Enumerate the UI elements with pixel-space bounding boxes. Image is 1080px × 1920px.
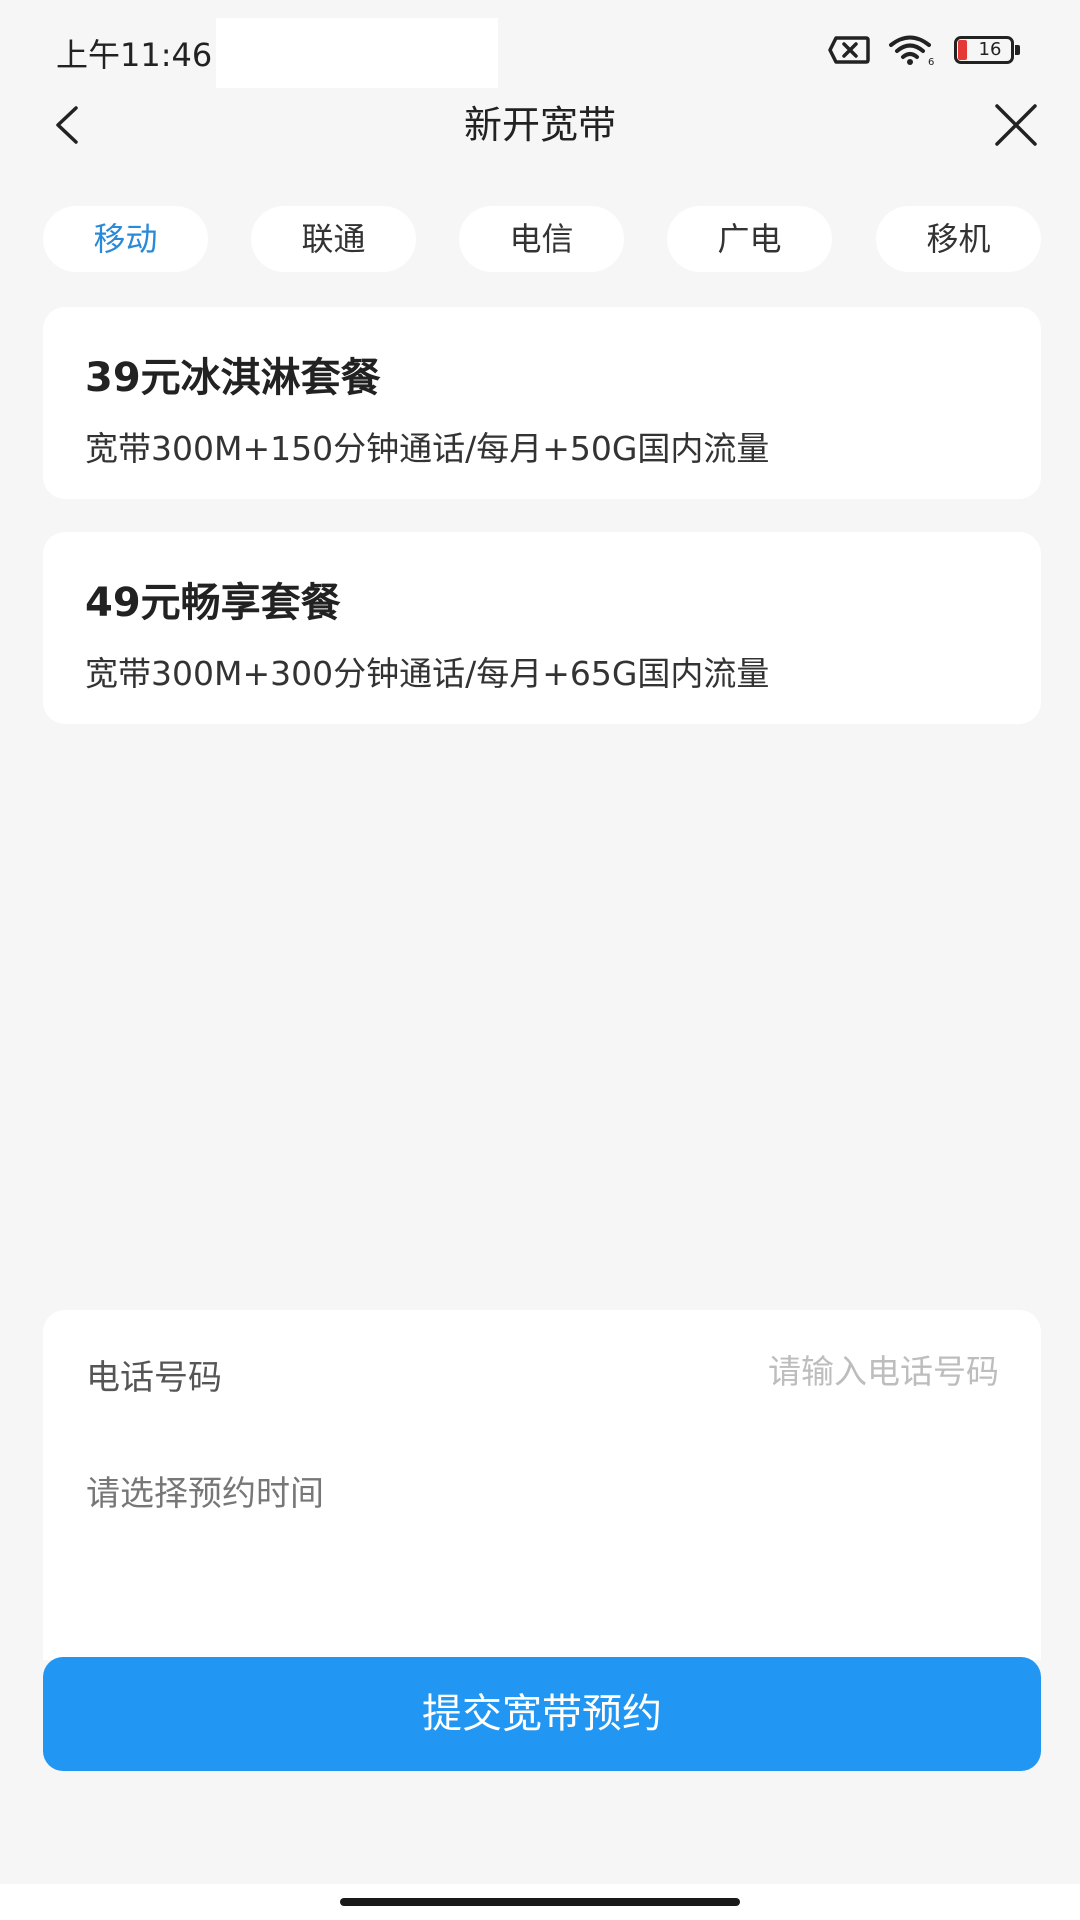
battery-cap [1015,45,1020,55]
status-icons: 6 16 [828,30,1020,70]
tab-broadcast[interactable]: 广电 [667,206,832,272]
home-indicator[interactable] [340,1898,740,1906]
plan-card-49[interactable]: 49元畅享套餐 宽带300M+300分钟通话/每月+65G国内流量 [43,532,1041,724]
plan-description: 宽带300M+150分钟通话/每月+50G国内流量 [85,429,770,468]
plan-card-39[interactable]: 39元冰淇淋套餐 宽带300M+150分钟通话/每月+50G国内流量 [43,307,1041,499]
page-title: 新开宽带 [463,103,616,147]
redacted-area [216,18,498,88]
close-icon [995,104,1037,146]
svg-text:6: 6 [928,57,934,66]
tab-mobile[interactable]: 移动 [43,206,208,272]
plan-title: 49元畅享套餐 [85,580,341,626]
phone-input[interactable] [579,1338,999,1404]
submit-booking-button[interactable]: 提交宽带预约 [43,1657,1041,1771]
tab-unicom[interactable]: 联通 [251,206,416,272]
plan-description: 宽带300M+300分钟通话/每月+65G国内流量 [85,654,770,693]
status-time: 上午11:46 [56,36,213,74]
carrier-tabs: 移动 联通 电信 广电 移机 [43,206,1041,272]
close-button[interactable] [986,95,1046,155]
battery-level: 16 [978,39,1002,60]
sim-error-icon [828,36,870,64]
phone-label: 电话号码 [86,1358,222,1398]
status-bar: 上午11:46 6 16 [0,0,1080,100]
tab-telecom[interactable]: 电信 [459,206,624,272]
plan-title: 39元冰淇淋套餐 [85,355,381,401]
page: 上午11:46 6 16 新开宽带 移动 联通 电信 广电 移机 39元冰淇淋套… [0,0,1080,1920]
appointment-time-select[interactable]: 请选择预约时间 [86,1466,324,1515]
battery-icon: 16 [954,36,1020,64]
booking-form: 电话号码 请选择预约时间 [43,1310,1041,1660]
tab-relocate[interactable]: 移机 [876,206,1041,272]
nav-bar: 新开宽带 [0,95,1080,155]
battery-fill [958,40,967,60]
wifi-icon: 6 [888,34,936,66]
